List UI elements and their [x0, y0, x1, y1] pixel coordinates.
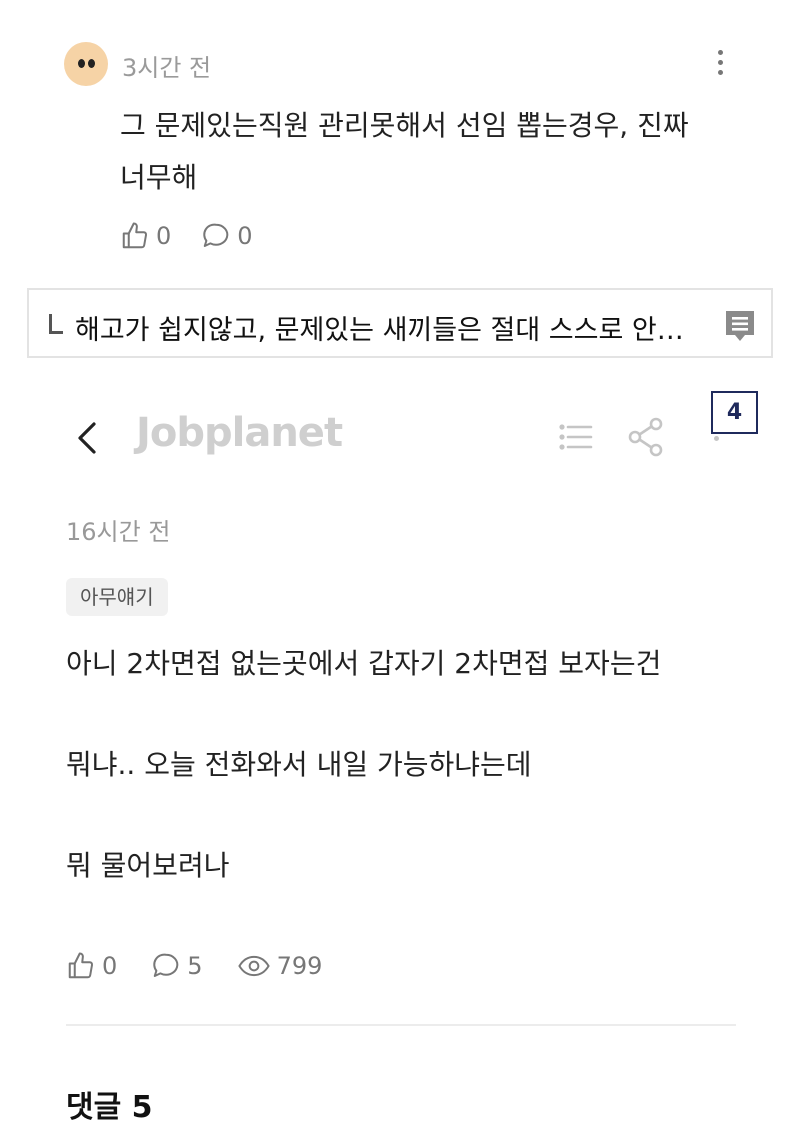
reply-arrow-icon — [49, 314, 63, 334]
comment-more-icon[interactable] — [706, 50, 734, 80]
speech-bubble-icon — [153, 953, 179, 977]
chevron-left-icon[interactable] — [70, 418, 106, 458]
commenter-avatar[interactable] — [64, 42, 108, 86]
eye-icon — [237, 955, 270, 977]
comment-like-count: 0 — [156, 222, 172, 250]
post-text-line: 아니 2차면접 없는곳에서 갑자기 2차면접 보자는건 — [66, 647, 662, 680]
post-comment-count: 5 — [187, 952, 203, 980]
post-like-count: 0 — [102, 952, 118, 980]
avatar-eye — [78, 59, 85, 68]
comment-reply-count: 0 — [237, 222, 253, 250]
post-comment-button[interactable]: 5 — [151, 951, 203, 981]
post-text-line: 뭐 물어보려나 — [66, 849, 230, 882]
brand-logo[interactable]: Jobplanet — [136, 410, 343, 456]
post-text-line: 뭐냐.. 오늘 전화와서 내일 가능하냐는데 — [66, 748, 532, 781]
comment-text-line: 그 문제있는직원 관리못해서 선임 뽑는경우, 진짜 — [120, 109, 689, 142]
category-tag[interactable]: 아무얘기 — [66, 578, 168, 616]
divider — [66, 1024, 736, 1026]
comment-text: 그 문제있는직원 관리못해서 선임 뽑는경우, 진짜 너무해 — [120, 100, 740, 204]
speech-bubble-icon — [203, 223, 229, 247]
share-icon[interactable] — [626, 416, 666, 458]
list-icon[interactable] — [556, 418, 596, 456]
comment-like-button[interactable]: 0 — [120, 221, 171, 251]
reply-preview-text: 해고가 쉽지않고, 문제있는 새끼들은 절대 스스로 안… — [75, 315, 684, 346]
comments-heading: 댓글 5 — [66, 1090, 153, 1125]
comment-reply-button[interactable]: 0 — [201, 221, 253, 251]
comment-time: 3시간 전 — [122, 54, 212, 82]
comment-list-icon[interactable] — [723, 308, 757, 344]
post-actions: 0 5 799 — [66, 946, 356, 986]
thumbs-up-icon — [68, 952, 94, 979]
page-number-badge: 4 — [711, 391, 758, 434]
comment-text-line: 너무해 — [120, 161, 198, 194]
post-views: 799 — [237, 951, 323, 981]
post-view-count: 799 — [276, 952, 323, 980]
reply-preview[interactable]: 해고가 쉽지않고, 문제있는 새끼들은 절대 스스로 안… — [27, 288, 773, 358]
post-time: 16시간 전 — [66, 518, 171, 546]
avatar-eye — [88, 59, 95, 68]
thumbs-up-icon — [122, 222, 148, 249]
comment-actions: 0 0 — [120, 216, 283, 256]
post-like-button[interactable]: 0 — [66, 951, 117, 981]
